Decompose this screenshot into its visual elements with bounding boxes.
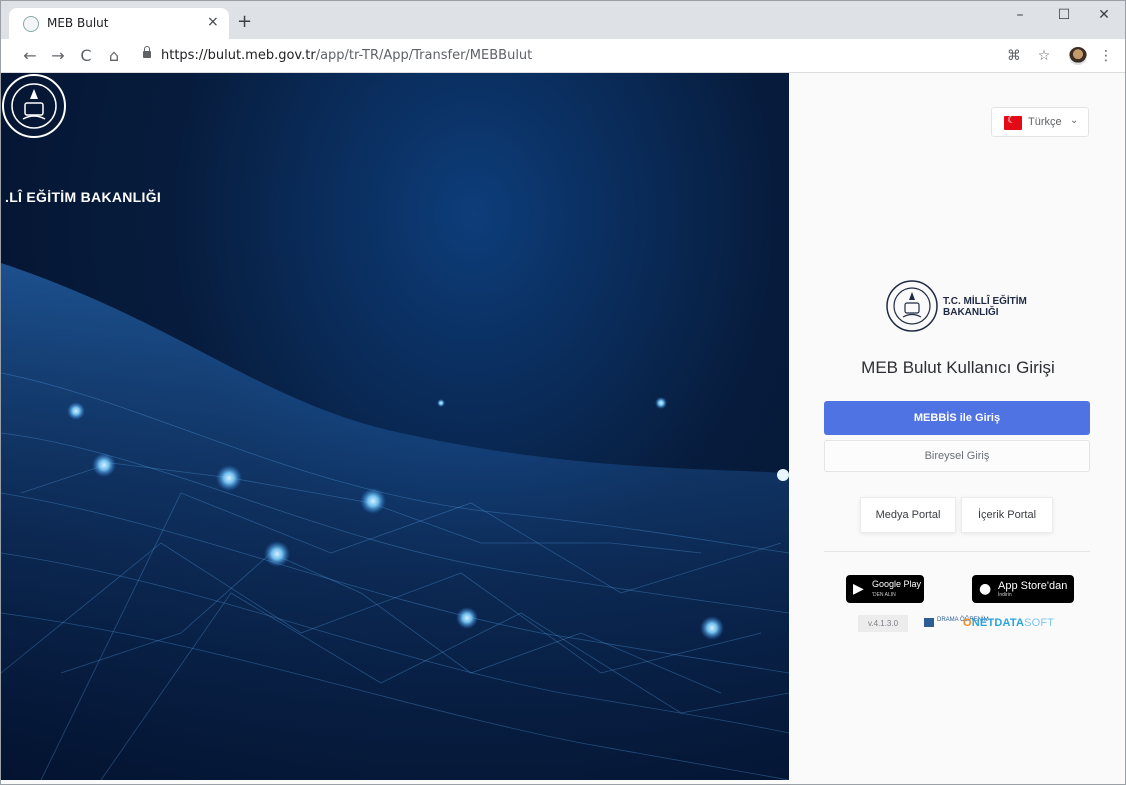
netdatasoft-logo-soft: SOFT [1024,617,1055,629]
browser-window: MEB Bulut × + – ☐ ✕ ← → C ⌂ https://bulu… [0,0,1126,785]
login-title: MEB Bulut Kullanıcı Girişi [861,358,1055,377]
app-store-sublabel: İndirin [998,592,1012,598]
maximize-button[interactable]: ☐ [1049,7,1079,29]
netdatasoft-logo-net: NETDATA [971,617,1025,629]
network-illustration [1,263,789,780]
chevron-down-icon: ⌄ [1070,115,1079,126]
url-host: https://bulut.meb.gov.tr [161,48,316,63]
partner-logo-icon [924,618,934,627]
lock-icon [143,46,151,58]
google-play-sublabel: 'DEN ALIN [872,592,896,598]
reload-button[interactable]: C [75,45,97,67]
tab-strip: MEB Bulut × + – ☐ ✕ [1,1,1125,39]
google-play-button[interactable]: ▶ Google Play 'DEN ALIN [846,575,924,603]
turkish-flag-icon [1004,115,1022,130]
version-badge: v.4.1.3.0 [858,615,908,632]
app-store-label: App Store'dan [998,580,1068,592]
page-viewport: .LÎ EĞİTİM BAKANLIĞI Türkçe ⌄ T.C. MİLLÎ… [1,73,1125,784]
minimize-button[interactable]: – [1005,7,1035,29]
hero-ministry-text: .LÎ EĞİTİM BAKANLIĞI [5,189,162,205]
address-bar[interactable]: https://bulut.meb.gov.tr/app/tr-TR/App/T… [133,43,1013,69]
individual-login-button[interactable]: Bireysel Giriş [824,440,1090,472]
tab-close-icon[interactable]: × [207,14,219,30]
divider [824,551,1090,552]
content-portal-button[interactable]: İçerik Portal [961,497,1053,533]
ministry-logo-line2: BAKANLIĞI [943,307,999,318]
url-path: /app/tr-TR/App/Transfer/MEBBulut [315,48,533,63]
translate-icon[interactable]: ⌘ [1005,48,1023,66]
login-panel: Türkçe ⌄ T.C. MİLLÎ EĞİTİM BAKANLIĞI MEB… [789,73,1125,780]
forward-button[interactable]: → [47,45,69,67]
home-button[interactable]: ⌂ [103,45,125,67]
bookmark-star-icon[interactable]: ☆ [1035,48,1053,66]
bottom-edge [1,780,1125,784]
browser-toolbar: ← → C ⌂ https://bulut.meb.gov.tr/app/tr-… [1,39,1125,73]
apple-icon: ● [979,581,992,597]
google-play-label: Google Play [872,579,922,589]
ministry-logo-line1: T.C. MİLLÎ EĞİTİM [943,296,1027,307]
mebbis-login-button[interactable]: MEBBİS ile Giriş [824,401,1090,435]
app-store-button[interactable]: ● App Store'dan İndirin [972,575,1074,603]
profile-avatar[interactable] [1069,47,1087,65]
tab-title: MEB Bulut [47,16,109,30]
ministry-logo-text: T.C. MİLLÎ EĞİTİM BAKANLIĞI [943,296,1027,318]
media-portal-button[interactable]: Medya Portal [860,497,956,533]
tab-meb-bulut[interactable]: MEB Bulut × [9,8,229,39]
new-tab-button[interactable]: + [237,11,252,32]
google-play-icon: ▶ [853,581,864,597]
url-text: https://bulut.meb.gov.tr/app/tr-TR/App/T… [161,48,532,63]
meb-favicon-icon [23,16,39,32]
hero-background: .LÎ EĞİTİM BAKANLIĞI [1,73,789,780]
menu-icon[interactable]: ⋮ [1097,48,1115,66]
back-button[interactable]: ← [19,45,41,67]
ministry-logo-icon [886,280,938,332]
language-label: Türkçe [1028,116,1062,128]
netdatasoft-logo: ONETDATASOFT [963,617,1054,629]
ministry-seal-icon [2,74,66,138]
language-selector[interactable]: Türkçe ⌄ [991,107,1089,137]
close-window-button[interactable]: ✕ [1089,7,1119,29]
netdatasoft-logo-o: O [963,617,972,629]
